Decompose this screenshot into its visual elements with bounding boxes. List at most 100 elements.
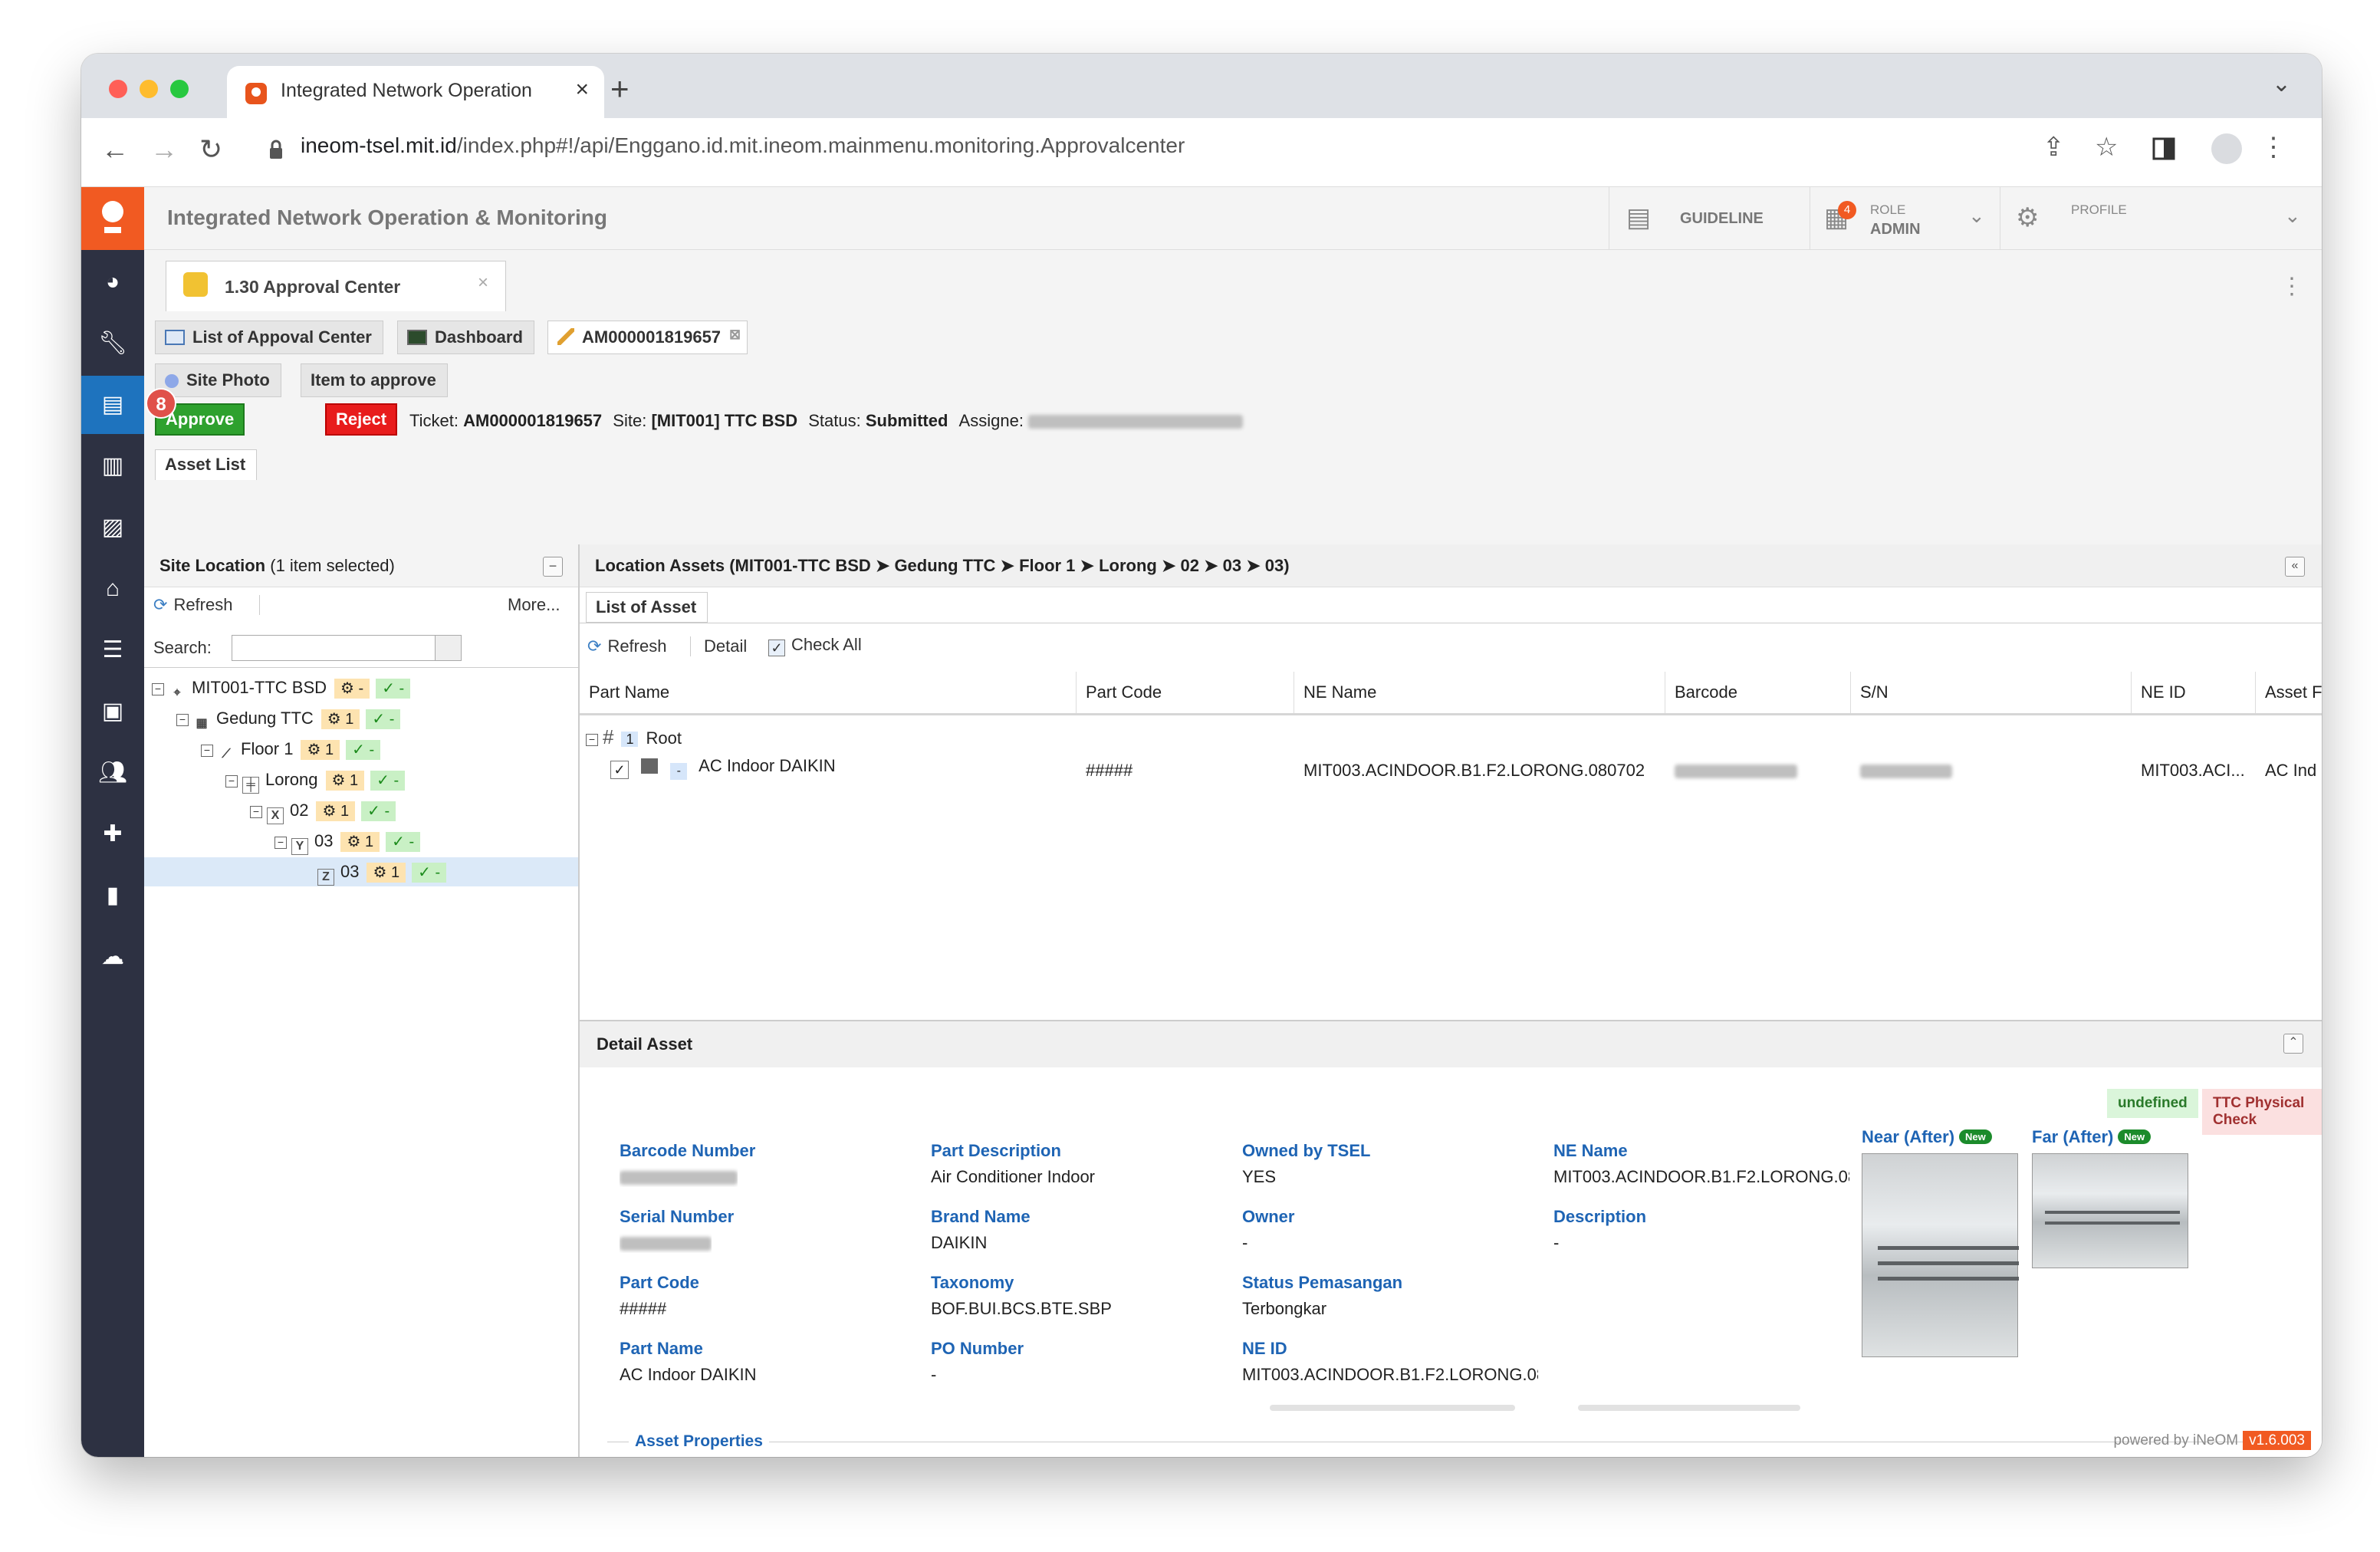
wrench-icon[interactable]: 🔧︎ [81, 314, 144, 373]
clipboard-icon[interactable]: ▤ [81, 376, 144, 434]
tree-node-z[interactable]: Z 03 ⚙ 1 ✓ - [144, 857, 578, 886]
profile-selector[interactable]: ⚙ PROFILE ⌄ [2000, 187, 2322, 250]
close-tab-icon[interactable]: × [575, 77, 589, 103]
barcode-number-label: Barcode Number [620, 1141, 756, 1160]
url-domain: ineom-tsel.mit.id [301, 133, 457, 157]
book-icon[interactable]: ▮ [81, 866, 144, 925]
col-header-ne-id[interactable]: NE ID [2132, 672, 2256, 713]
tab-list-of-asset[interactable]: List of Asset [586, 592, 708, 623]
tree-node-corridor[interactable]: − ╪ Lorong ⚙ 1 ✓ - [225, 765, 406, 794]
tab-item-to-approve[interactable]: Item to approve [301, 363, 448, 397]
dashboard-pie-icon[interactable]: ◕ [81, 253, 144, 311]
browser-tab-title: Integrated Network Operation [281, 80, 532, 101]
check-count: - [384, 803, 390, 820]
site-label: Site: [613, 411, 647, 430]
reject-button[interactable]: Reject [325, 403, 398, 436]
tab-ticket[interactable]: AM000001819657 ⊠ [547, 321, 748, 354]
check-count: - [389, 711, 395, 728]
tab-dashboard[interactable]: Dashboard [397, 321, 534, 354]
tab-approval-center[interactable]: 1.30 Approval Center × [166, 261, 506, 311]
new-tab-icon[interactable]: + [610, 71, 630, 107]
far-photo[interactable] [2032, 1153, 2188, 1268]
approve-button[interactable]: Approve 8 [146, 388, 245, 436]
search-icon[interactable] [435, 636, 461, 660]
bookmark-star-icon[interactable]: ☆ [2095, 132, 2118, 163]
server-icon[interactable]: ☰ [81, 621, 144, 679]
tree-node-site[interactable]: − ⌖ MIT001-TTC BSD ⚙ - ✓ - [152, 673, 411, 702]
near-photo[interactable] [1862, 1153, 2019, 1357]
url-field[interactable]: ineom-tsel.mit.id/index.php#!/api/Enggan… [301, 133, 1185, 158]
tab-dashboard-label: Dashboard [435, 327, 523, 347]
store-icon[interactable]: ⌂ [81, 560, 144, 618]
guideline-button[interactable]: ▤ GUIDELINE [1609, 187, 1810, 250]
users-icon[interactable]: 👥︎ [81, 744, 144, 802]
gear-count: 1 [324, 741, 334, 758]
tree-node-y[interactable]: − Y 03 ⚙ 1 ✓ - [274, 827, 421, 856]
role-selector[interactable]: ▦ 4 ROLE ADMIN ⌄ [1810, 187, 2000, 250]
collapse-up-icon[interactable]: ⌃ [2283, 1034, 2303, 1054]
cell-ne-name: MIT003.ACINDOOR.B1.F2.LORONG.080702 [1303, 761, 1645, 780]
tag-undefined: undefined [2107, 1089, 2198, 1118]
col-header-part-code[interactable]: Part Code [1077, 672, 1294, 713]
reload-icon[interactable]: ↻ [199, 133, 222, 166]
side-panel-icon[interactable] [2152, 136, 2176, 161]
tab-asset-list[interactable]: Asset List [155, 449, 258, 480]
col-header-barcode[interactable]: Barcode [1665, 672, 1851, 713]
archive-icon[interactable]: ▣ [81, 682, 144, 741]
minimize-window-button[interactable] [140, 80, 158, 98]
more-menu-button[interactable]: More... [508, 595, 560, 615]
maximize-window-button[interactable] [170, 80, 189, 98]
browser-menu-icon[interactable]: ⋮ [2260, 132, 2286, 163]
collapse-panel-button[interactable]: − [543, 557, 563, 577]
gear-count: 1 [340, 803, 350, 820]
tree-refresh-button[interactable]: ⟳ Refresh [153, 595, 232, 615]
near-photo-title: Near (After) [1862, 1127, 1955, 1146]
new-badge: New [1959, 1129, 1992, 1144]
share-icon[interactable]: ⇪ [2043, 132, 2065, 163]
image-icon[interactable]: ▨ [81, 498, 144, 557]
col-header-asset[interactable]: Asset F [2256, 672, 2322, 713]
profile-chevron-down-icon: ⌄ [2284, 204, 2301, 227]
tree-search-input[interactable] [232, 635, 462, 661]
browser-tab[interactable]: Integrated Network Operation × [227, 66, 604, 118]
table-row[interactable]: ✓ - AC Indoor DAIKIN [610, 756, 836, 780]
clipboard-list-icon[interactable]: ▥ [81, 437, 144, 495]
tree-node-x[interactable]: − X 02 ⚙ 1 ✓ - [250, 796, 396, 825]
tree-node-building[interactable]: − ▦ Gedung TTC ⚙ 1 ✓ - [176, 704, 401, 733]
notification-badge: 8 [146, 388, 176, 419]
root-count: 1 [621, 732, 639, 747]
col-header-part-name[interactable]: Part Name [580, 672, 1077, 713]
ne-name-value: MIT003.ACINDOOR.B1.F2.LORONG.080 [1553, 1167, 1849, 1186]
collapse-left-icon[interactable]: « [2285, 557, 2305, 577]
asset-refresh-button[interactable]: ⟳ Refresh [587, 636, 666, 656]
back-icon[interactable]: ← [101, 133, 129, 166]
tab-site-photo[interactable]: Site Photo [155, 363, 281, 397]
horizontal-scrollbar[interactable] [1578, 1405, 1800, 1411]
app-title: Integrated Network Operation & Monitorin… [167, 206, 608, 229]
cloud-icon[interactable]: ☁ [81, 928, 144, 986]
col-header-sn[interactable]: S/N [1851, 672, 2132, 713]
col-header-ne-name[interactable]: NE Name [1294, 672, 1665, 713]
ticket-info: Ticket: AM000001819657 Site: [MIT001] TT… [409, 411, 1244, 431]
site-location-subtitle: (1 item selected) [270, 556, 395, 575]
tab-search-chevron-icon[interactable]: ⌄ [2272, 71, 2291, 97]
favicon-icon [245, 83, 267, 104]
ineom-logo[interactable] [81, 187, 144, 250]
row-checkbox[interactable]: ✓ [610, 761, 629, 779]
tab-list-approval-center[interactable]: List of Appoval Center [155, 321, 383, 354]
detail-button[interactable]: Detail [704, 636, 747, 656]
table-row-root[interactable]: − #1 Root [586, 725, 682, 749]
gear-count: 1 [350, 772, 359, 789]
puzzle-icon[interactable]: ✚ [81, 805, 144, 863]
approval-center-icon [183, 272, 208, 297]
check-all-checkbox[interactable]: ✓ Check All [768, 635, 862, 656]
more-vertical-icon[interactable]: ⋮ [2280, 273, 2303, 300]
profile-avatar[interactable] [2211, 133, 2242, 164]
tree-node-floor[interactable]: − ⟋ Floor 1 ⚙ 1 ✓ - [201, 735, 381, 764]
horizontal-scrollbar[interactable] [1270, 1405, 1515, 1411]
close-window-button[interactable] [109, 80, 127, 98]
close-ticket-tab-icon[interactable]: ⊠ [729, 318, 741, 350]
close-tab-icon[interactable]: × [478, 272, 488, 294]
forward-icon[interactable]: → [150, 133, 178, 166]
far-photo-title: Far (After) [2032, 1127, 2114, 1146]
